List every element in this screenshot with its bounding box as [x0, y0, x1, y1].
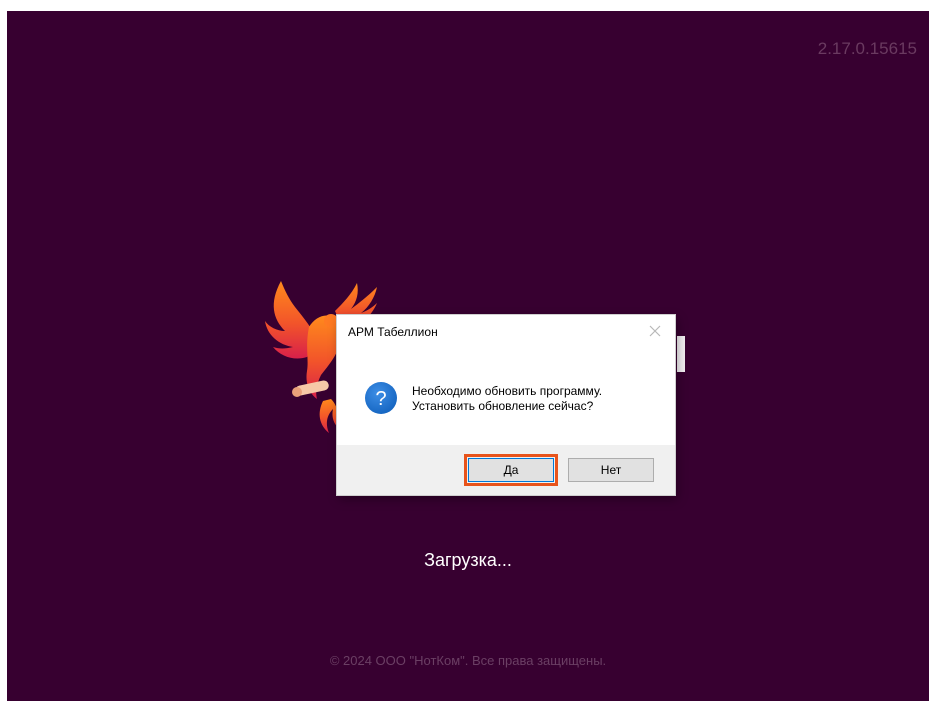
question-icon: ? — [365, 382, 397, 414]
close-icon[interactable] — [641, 319, 669, 343]
dialog-titlebar[interactable]: АРМ Табеллион — [337, 315, 675, 349]
message-line-2: Установить обновление сейчас? — [412, 399, 594, 413]
update-dialog: АРМ Табеллион ? Необходимо обновить прог… — [337, 315, 675, 495]
version-label: 2.17.0.15615 — [817, 39, 917, 58]
close-icon-glyph — [649, 325, 661, 337]
dialog-body: ? Необходимо обновить программу. Установ… — [337, 349, 675, 445]
dialog-title: АРМ Табеллион — [348, 325, 438, 339]
dialog-message: Необходимо обновить программу. Установит… — [412, 384, 602, 414]
message-line-1: Необходимо обновить программу. — [412, 384, 603, 398]
logo-fragment — [677, 336, 685, 372]
yes-button[interactable]: Да — [464, 454, 558, 486]
dialog-footer: Да Нет — [337, 445, 675, 495]
copyright-text: © 2024 ООО "НотКом". Все права защищены. — [329, 653, 607, 668]
loading-text: Загрузка... — [424, 550, 512, 570]
svg-text:?: ? — [375, 388, 386, 410]
no-button[interactable]: Нет — [568, 458, 654, 482]
